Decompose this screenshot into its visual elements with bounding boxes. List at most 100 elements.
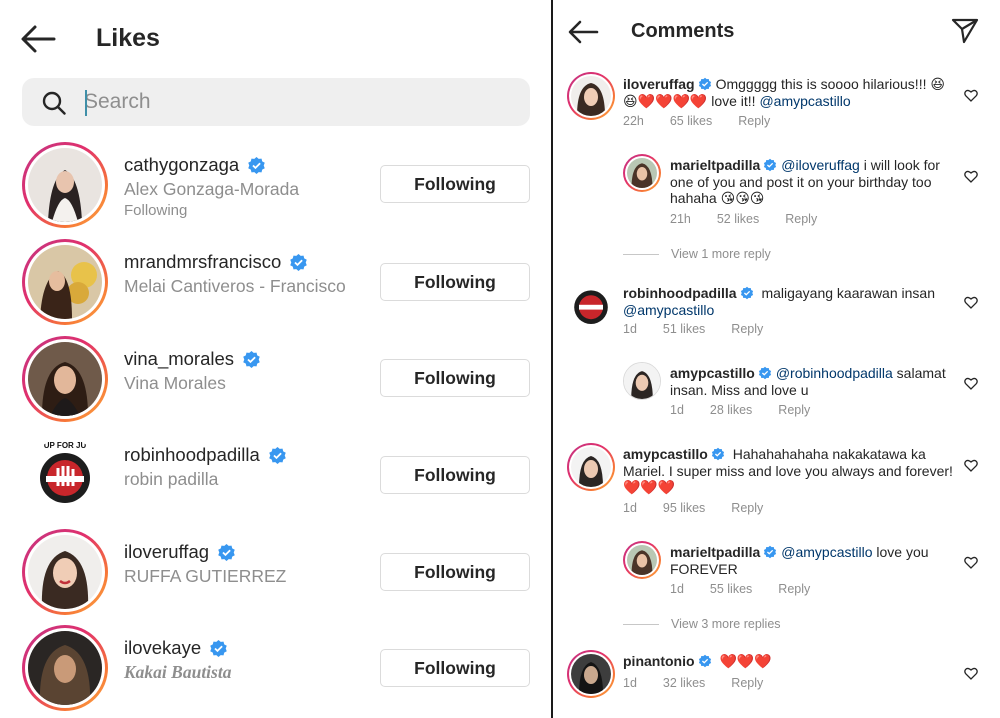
avatar[interactable]: UP FOR JU [22, 432, 108, 518]
avatar[interactable] [22, 625, 108, 711]
mention-link[interactable]: @robinhoodpadilla [776, 365, 893, 381]
following-button[interactable]: Following [380, 649, 530, 687]
following-button[interactable]: Following [380, 263, 530, 301]
heart-outline-icon[interactable] [964, 170, 978, 183]
username[interactable]: vina_morales [124, 348, 234, 370]
likes-list-item: cathygonzaga Alex Gonzaga-Morada Followi… [0, 142, 551, 238]
likes-list-item: mrandmrsfrancisco Melai Cantiveros - Fra… [0, 239, 551, 335]
view-more-replies[interactable]: View 1 more reply [623, 247, 771, 261]
verified-badge-icon [698, 77, 711, 91]
comment-username[interactable]: amypcastillo [623, 446, 708, 462]
search-icon [42, 91, 66, 115]
mention-link[interactable]: @amypcastillo [623, 302, 714, 318]
heart-outline-icon[interactable] [964, 89, 978, 102]
heart-outline-icon[interactable] [964, 459, 978, 472]
comment-text: ❤️❤️❤️ [719, 653, 772, 669]
following-button[interactable]: Following [380, 456, 530, 494]
full-name: Alex Gonzaga-Morada [124, 179, 300, 199]
verified-badge-icon [698, 654, 711, 668]
search-input[interactable] [84, 78, 504, 126]
comment-time: 21h [670, 212, 691, 226]
avatar[interactable] [623, 541, 661, 579]
reply-button[interactable]: Reply [778, 582, 810, 596]
comment-likes[interactable]: 55 likes [710, 582, 752, 596]
reply-button[interactable]: Reply [785, 212, 817, 226]
avatar[interactable] [567, 650, 615, 698]
heart-outline-icon[interactable] [964, 556, 978, 569]
comment-likes[interactable]: 51 likes [663, 322, 705, 336]
verified-badge-icon [210, 639, 227, 657]
heart-outline-icon[interactable] [964, 296, 978, 309]
full-name: robin padilla [124, 469, 219, 489]
following-status: Following [124, 202, 188, 219]
comment-time: 1d [623, 501, 637, 515]
verified-badge-icon [243, 350, 260, 368]
comments-panel: Comments iloveruffag Omggggg this is sooo… [553, 0, 1000, 718]
username[interactable]: cathygonzaga [124, 154, 239, 176]
following-button[interactable]: Following [380, 165, 530, 203]
comment-time: 1d [623, 322, 637, 336]
avatar[interactable] [22, 142, 108, 228]
comment-username[interactable]: robinhoodpadilla [623, 285, 737, 301]
verified-badge-icon [758, 366, 771, 380]
avatar[interactable] [22, 239, 108, 325]
comment-likes[interactable]: 32 likes [663, 676, 705, 690]
comment-text: Omggggg this is soooo hilarious!!! 😆 [715, 76, 945, 92]
comment-likes[interactable]: 52 likes [717, 212, 759, 226]
comment-likes[interactable]: 95 likes [663, 501, 705, 515]
search-bar[interactable] [22, 78, 530, 126]
heart-outline-icon[interactable] [964, 377, 978, 390]
view-more-replies[interactable]: View 3 more replies [623, 617, 781, 631]
following-button[interactable]: Following [380, 553, 530, 591]
comment-text: 😆❤️❤️❤️❤️ love it!! [623, 92, 760, 109]
reply-button[interactable]: Reply [738, 114, 770, 128]
username[interactable]: ilovekaye [124, 637, 201, 659]
send-icon[interactable] [951, 16, 979, 44]
verified-badge-icon [269, 446, 286, 464]
comment-username[interactable]: pinantonio [623, 653, 695, 669]
reply-button[interactable]: Reply [731, 501, 763, 515]
following-button[interactable]: Following [380, 359, 530, 397]
verified-badge-icon [764, 545, 777, 559]
username[interactable]: robinhoodpadilla [124, 444, 260, 466]
username[interactable]: mrandmrsfrancisco [124, 251, 281, 273]
avatar[interactable] [623, 362, 661, 400]
avatar[interactable] [623, 154, 661, 192]
avatar[interactable] [567, 282, 615, 330]
avatar[interactable] [22, 336, 108, 422]
avatar[interactable] [567, 443, 615, 491]
reply-button[interactable]: Reply [731, 676, 763, 690]
full-name: RUFFA GUTIERREZ [124, 566, 287, 586]
back-arrow-icon[interactable] [567, 18, 599, 46]
comment-username[interactable]: iloveruffag [623, 76, 695, 92]
comment-username[interactable]: marieltpadilla [670, 157, 760, 173]
comment-text: maligayang kaarawan insan [761, 285, 935, 301]
mention-link[interactable]: @amypcastillo [781, 544, 872, 560]
reply-button[interactable]: Reply [731, 322, 763, 336]
comment-time: 1d [623, 676, 637, 690]
verified-badge-icon [218, 543, 235, 561]
reply-button[interactable]: Reply [778, 403, 810, 417]
likes-list-item: vina_morales Vina Morales Following [0, 336, 551, 432]
likes-panel: Likes cathygonzaga Alex Gonzaga-Morada F… [0, 0, 551, 718]
full-name: Vina Morales [124, 373, 226, 393]
comment-username[interactable]: marieltpadilla [670, 544, 760, 560]
likes-list-item: ilovekaye Kakai Bautista Following [0, 625, 551, 718]
comment-time: 1d [670, 582, 684, 596]
verified-badge-icon [290, 253, 308, 271]
heart-outline-icon[interactable] [964, 667, 978, 680]
view-more-replies-label[interactable]: View 1 more reply [671, 247, 771, 261]
view-more-replies-label[interactable]: View 3 more replies [671, 617, 781, 631]
full-name: Melai Cantiveros - Francisco [124, 276, 346, 296]
likes-header: Likes [0, 0, 551, 78]
comment-username[interactable]: amypcastillo [670, 365, 755, 381]
comment-likes[interactable]: 65 likes [670, 114, 712, 128]
mention-link[interactable]: @iloveruffag [781, 157, 860, 173]
back-arrow-icon[interactable] [20, 24, 56, 54]
mention-link[interactable]: @amypcastillo [759, 93, 850, 109]
comment-likes[interactable]: 28 likes [710, 403, 752, 417]
avatar[interactable] [567, 72, 615, 120]
username[interactable]: iloveruffag [124, 541, 209, 563]
page-title: Likes [96, 24, 160, 52]
avatar[interactable] [22, 529, 108, 615]
